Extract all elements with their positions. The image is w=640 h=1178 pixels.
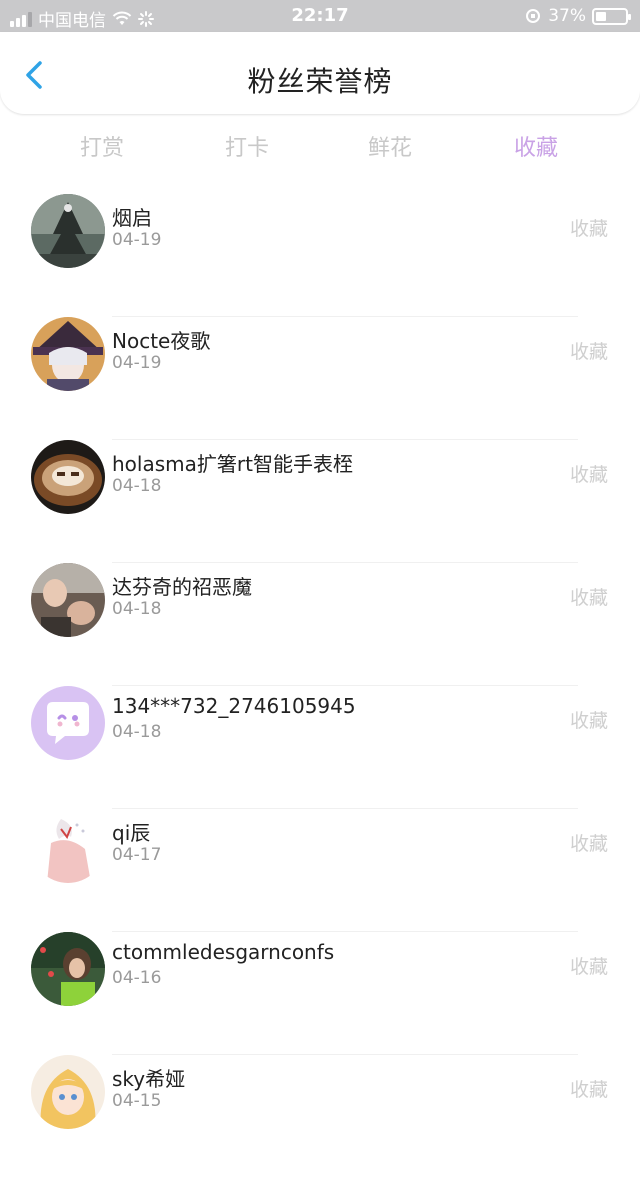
default-chat-avatar-icon — [31, 686, 105, 760]
favorite-label[interactable]: 收藏 — [570, 337, 608, 364]
fan-date: 04-18 — [112, 722, 162, 742]
sketch-girl-avatar-icon — [31, 809, 105, 883]
fan-date: 04-16 — [112, 968, 162, 988]
tab-reward[interactable]: 打赏 — [62, 130, 142, 162]
avatar — [31, 563, 105, 637]
list-item[interactable]: qi辰 04-17 收藏 — [0, 809, 640, 932]
tab-favorites[interactable]: 收藏 — [496, 130, 576, 162]
fan-date: 04-17 — [112, 845, 162, 865]
avatar — [31, 440, 105, 514]
status-right: 37% — [524, 6, 631, 26]
photo-avatar-icon — [31, 563, 105, 637]
favorite-label[interactable]: 收藏 — [570, 829, 608, 856]
green-photo-avatar-icon — [31, 932, 105, 1006]
fan-name: 达芬奇的祒恶魔 — [112, 575, 252, 599]
tab-bar: 打赏 打卡 鲜花 收藏 — [0, 124, 640, 168]
list-item[interactable]: ctommledesgarnconfs 04-16 收藏 — [0, 932, 640, 1055]
fan-name: Nocte夜歌 — [112, 329, 211, 353]
favorite-label[interactable]: 收藏 — [570, 460, 608, 487]
fan-name: holasma扩箸rt智能手表桎 — [112, 452, 353, 476]
favorite-label[interactable]: 收藏 — [570, 214, 608, 241]
avatar — [31, 686, 105, 760]
favorite-label[interactable]: 收藏 — [570, 1075, 608, 1102]
fan-date: 04-18 — [112, 476, 162, 496]
battery-icon — [592, 7, 631, 25]
avatar — [31, 932, 105, 1006]
list-item[interactable]: 达芬奇的祒恶魔 04-18 收藏 — [0, 563, 640, 686]
avatar — [31, 1055, 105, 1129]
anime-blonde-avatar-icon — [31, 1055, 105, 1129]
fan-name: ctommledesgarnconfs — [112, 940, 335, 964]
tab-checkin[interactable]: 打卡 — [207, 130, 287, 162]
fan-list: 烟启 04-19 收藏 Nocte夜歌 04-19 收藏 holasma扩箸rt… — [0, 194, 640, 1178]
fan-name: 134***732_2746105945 — [112, 694, 356, 718]
favorite-label[interactable]: 收藏 — [570, 706, 608, 733]
list-item[interactable]: Nocte夜歌 04-19 收藏 — [0, 317, 640, 440]
avatar — [31, 809, 105, 883]
tab-flowers[interactable]: 鲜花 — [350, 130, 430, 162]
fan-date: 04-19 — [112, 230, 162, 250]
list-item[interactable]: 134***732_2746105945 04-18 收藏 — [0, 686, 640, 809]
dark-forest-avatar-icon — [31, 194, 105, 268]
anime-witch-avatar-icon — [31, 317, 105, 391]
battery-percent: 37% — [548, 6, 586, 26]
status-bar: 中国电信 22:17 37% — [0, 0, 640, 32]
fan-name: 烟启 — [112, 206, 152, 230]
list-item[interactable]: holasma扩箸rt智能手表桎 04-18 收藏 — [0, 440, 640, 563]
list-item[interactable]: sky希娅 04-15 收藏 — [0, 1055, 640, 1178]
favorite-label[interactable]: 收藏 — [570, 583, 608, 610]
latte-art-avatar-icon — [31, 440, 105, 514]
fan-name: qi辰 — [112, 821, 151, 845]
avatar — [31, 194, 105, 268]
fan-date: 04-18 — [112, 599, 162, 619]
avatar — [31, 317, 105, 391]
favorite-label[interactable]: 收藏 — [570, 952, 608, 979]
fan-name: sky希娅 — [112, 1067, 186, 1091]
nav-bar: 粉丝荣誉榜 — [0, 32, 640, 114]
fan-date: 04-15 — [112, 1091, 162, 1111]
orientation-lock-icon — [526, 9, 541, 23]
list-item[interactable]: 烟启 04-19 收藏 — [0, 194, 640, 317]
page-title: 粉丝荣誉榜 — [247, 65, 393, 98]
fan-date: 04-19 — [112, 353, 162, 373]
